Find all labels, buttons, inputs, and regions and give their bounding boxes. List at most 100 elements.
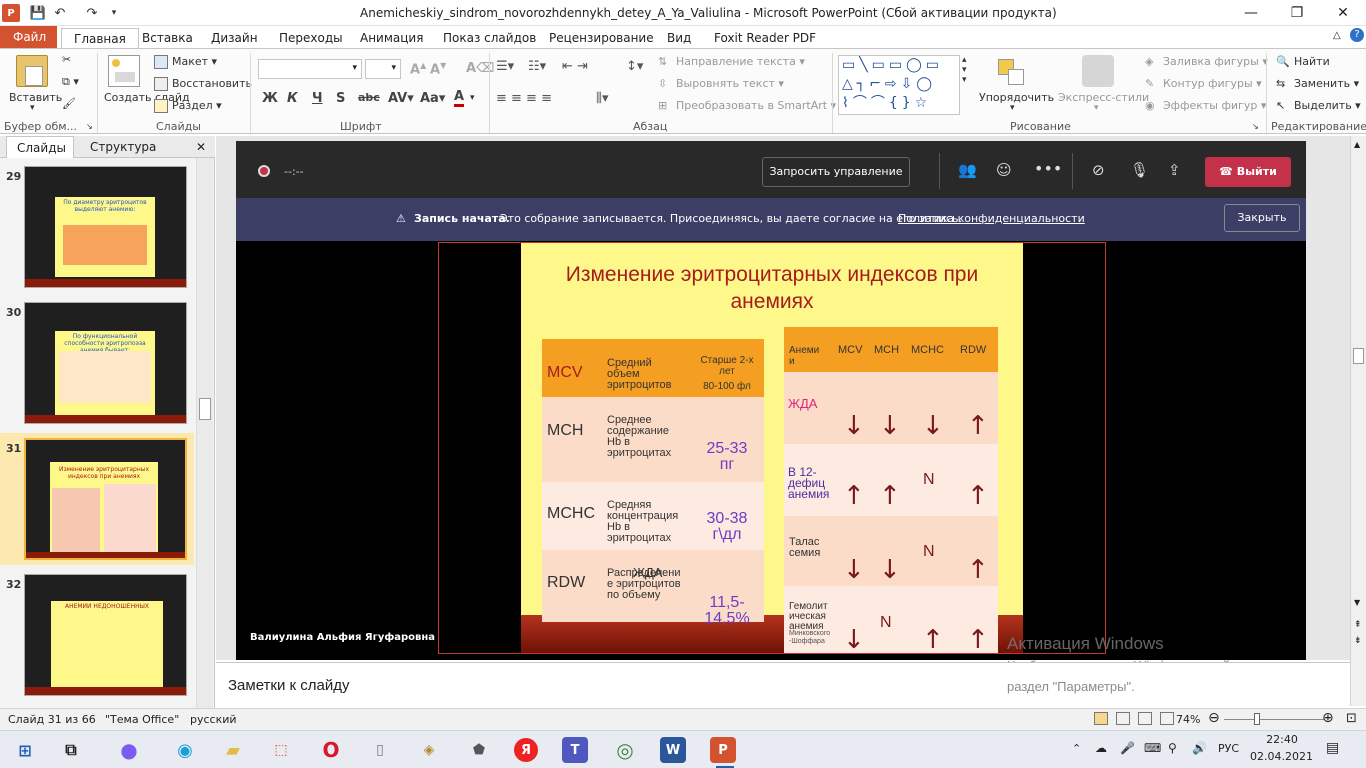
redo-icon[interactable]: ↷ — [82, 3, 102, 23]
arrange-icon[interactable] — [996, 57, 1028, 89]
find-button[interactable]: 🔍 Найти — [1276, 55, 1330, 69]
reactions-icon[interactable]: ☺ — [996, 161, 1012, 179]
normal-view-icon[interactable] — [1094, 712, 1108, 725]
tab-file[interactable]: Файл — [0, 26, 57, 48]
help-icon[interactable]: ? — [1350, 28, 1364, 42]
font-color-icon[interactable]: A — [454, 89, 465, 107]
powerpoint-app-icon[interactable]: P — [2, 4, 20, 22]
layout-button[interactable]: Макет ▾ — [154, 55, 217, 69]
copy-icon[interactable]: ⧉ ▾ — [62, 75, 79, 89]
tab-slideshow[interactable]: Показ слайдов — [443, 28, 536, 48]
explorer-icon[interactable]: ▰ — [220, 737, 246, 763]
pane-scrollbar[interactable] — [196, 158, 213, 708]
align-text-button[interactable]: ⇳ Выровнять текст ▾ — [658, 77, 784, 91]
new-slide-button[interactable]: Создать слайд — [104, 91, 190, 104]
line-spacing-icon[interactable]: ↕▾ — [626, 59, 643, 74]
text-direction-button[interactable]: ⇅ Направление текста ▾ — [658, 55, 805, 69]
notepad-icon[interactable]: ▯ — [367, 737, 393, 763]
prev-slide-icon[interactable]: ⇞ — [1354, 620, 1362, 630]
columns-icon[interactable]: ⫼▾ — [596, 91, 609, 106]
shadow-button[interactable]: S — [336, 91, 345, 106]
volume-icon[interactable]: 🔊 — [1192, 741, 1207, 755]
next-slide-icon[interactable]: ⇟ — [1354, 636, 1362, 646]
clock-date[interactable]: 02.04.2021 — [1250, 750, 1313, 763]
mic-icon[interactable]: 🎤 — [1120, 741, 1135, 755]
close-pane-icon[interactable]: ✕ — [196, 140, 206, 154]
tab-outline[interactable]: Структура — [80, 136, 166, 158]
clock-time[interactable]: 22:40 — [1264, 733, 1300, 746]
clear-format-icon[interactable]: A⌫ — [466, 61, 494, 76]
sorter-view-icon[interactable] — [1116, 712, 1130, 725]
bullets-icon[interactable]: ☰▾ — [496, 59, 514, 74]
reading-view-icon[interactable] — [1138, 712, 1152, 725]
input-language[interactable]: РУС — [1218, 742, 1239, 755]
zoom-level[interactable]: 74% — [1176, 713, 1200, 726]
tab-view[interactable]: Вид — [667, 28, 691, 48]
indent-icon[interactable]: ⇤ ⇥ — [562, 59, 588, 74]
edge-icon[interactable]: ◉ — [172, 737, 198, 763]
tab-design[interactable]: Дизайн — [211, 28, 258, 48]
request-control-button[interactable]: Запросить управление — [762, 157, 910, 187]
shape-outline-button[interactable]: ✎ Контур фигуры ▾ — [1145, 77, 1262, 91]
privacy-link[interactable]: Политика конфиденциальности — [898, 212, 1085, 225]
align-buttons[interactable]: ≡ ≡ ≡ ≡ — [496, 91, 552, 106]
network-icon[interactable]: ⌨ — [1144, 741, 1161, 755]
grow-font-icon[interactable]: A▲ — [410, 61, 426, 77]
cloud-icon[interactable]: ☁ — [1095, 741, 1107, 755]
tab-home[interactable]: Главная — [61, 28, 139, 48]
numbering-icon[interactable]: ☷▾ — [528, 59, 546, 74]
save-icon[interactable]: 💾 — [28, 3, 48, 23]
wifi-icon[interactable]: ⚲ — [1168, 741, 1177, 755]
smartart-button[interactable]: ⊞ Преобразовать в SmartArt ▾ — [658, 99, 836, 113]
shape-effects-button[interactable]: ◉ Эффекты фигур ▾ — [1145, 99, 1266, 113]
participants-icon[interactable]: 👥 — [958, 161, 977, 179]
slideshow-view-icon[interactable] — [1160, 712, 1174, 725]
zoom-out-icon[interactable]: ⊖ — [1208, 710, 1220, 726]
camera-off-icon[interactable]: ⊘ — [1092, 161, 1105, 179]
slide-thumbnail-32[interactable]: АНЕМИИ НЕДОНОШЕННЫХ — [24, 574, 187, 696]
bold-button[interactable]: Ж — [262, 91, 278, 106]
word-icon[interactable]: W — [660, 737, 686, 763]
underline-button[interactable]: Ч — [312, 91, 323, 106]
collapse-ribbon-icon[interactable]: △ — [1333, 30, 1341, 41]
strikethrough-button[interactable]: abc — [358, 91, 380, 104]
shrink-font-icon[interactable]: A▼ — [430, 61, 446, 77]
slide-scrollbar[interactable]: ▲ ▼ ⇞ ⇟ — [1350, 136, 1366, 706]
slide-thumbnail-31[interactable]: Изменение эритроцитарных индексов при ан… — [24, 438, 187, 560]
powerpoint-taskbar-icon[interactable]: P — [710, 737, 736, 763]
chrome-icon[interactable]: ◎ — [612, 737, 638, 763]
more-icon[interactable]: ••• — [1034, 159, 1062, 178]
font-family-select[interactable]: ▾ — [258, 59, 362, 79]
notes-pane[interactable]: Заметки к слайду раздел "Параметры". — [216, 662, 1350, 707]
select-button[interactable]: ↖ Выделить ▾ — [1276, 99, 1361, 113]
tray-chevron-icon[interactable]: ⌃ — [1072, 742, 1081, 755]
tab-transitions[interactable]: Переходы — [279, 28, 343, 48]
yandex-icon[interactable]: Я — [514, 738, 538, 762]
task-view-icon[interactable]: ⧉ — [58, 737, 84, 763]
shapes-gallery[interactable]: ▭╲▭▭◯▭ △┐⌐⇨⇩◯ ⌇⌒⌒{}☆ — [838, 55, 960, 115]
arrange-button[interactable]: Упорядочить — [979, 91, 1054, 104]
paste-icon[interactable] — [16, 55, 48, 87]
quick-styles-button[interactable]: Экспресс-стили — [1058, 91, 1149, 104]
format-painter-icon[interactable]: 🖌 — [62, 97, 76, 110]
fit-slide-icon[interactable]: ⊡ — [1346, 711, 1357, 726]
opera-icon[interactable]: O — [318, 737, 344, 763]
tab-slides[interactable]: Слайды — [6, 136, 74, 158]
language[interactable]: русский — [190, 713, 237, 726]
windows-start-icon[interactable]: ⊞ — [12, 737, 38, 763]
tanks-icon[interactable]: ⬟ — [466, 737, 492, 763]
maximize-button[interactable]: ❐ — [1274, 0, 1320, 26]
tab-insert[interactable]: Вставка — [142, 28, 193, 48]
customize-qat-icon[interactable]: ▾ — [104, 3, 124, 23]
minimize-button[interactable]: — — [1228, 0, 1274, 26]
game-icon[interactable]: ◈ — [416, 737, 442, 763]
close-banner-button[interactable]: Закрыть — [1224, 204, 1300, 232]
undo-icon[interactable]: ↶ — [50, 3, 70, 23]
italic-button[interactable]: К — [287, 91, 298, 106]
leave-button[interactable]: ☎ Выйти — [1205, 157, 1291, 187]
zoom-slider[interactable] — [1224, 719, 1324, 720]
alice-icon[interactable]: ● — [116, 737, 142, 763]
slide-thumbnail-29[interactable]: По диаметру эритроцитов выделяют анемию: — [24, 166, 187, 288]
change-case-icon[interactable]: Aa▾ — [420, 91, 445, 106]
slide-thumbnail-30[interactable]: По функциональной способности эритропоэз… — [24, 302, 187, 424]
